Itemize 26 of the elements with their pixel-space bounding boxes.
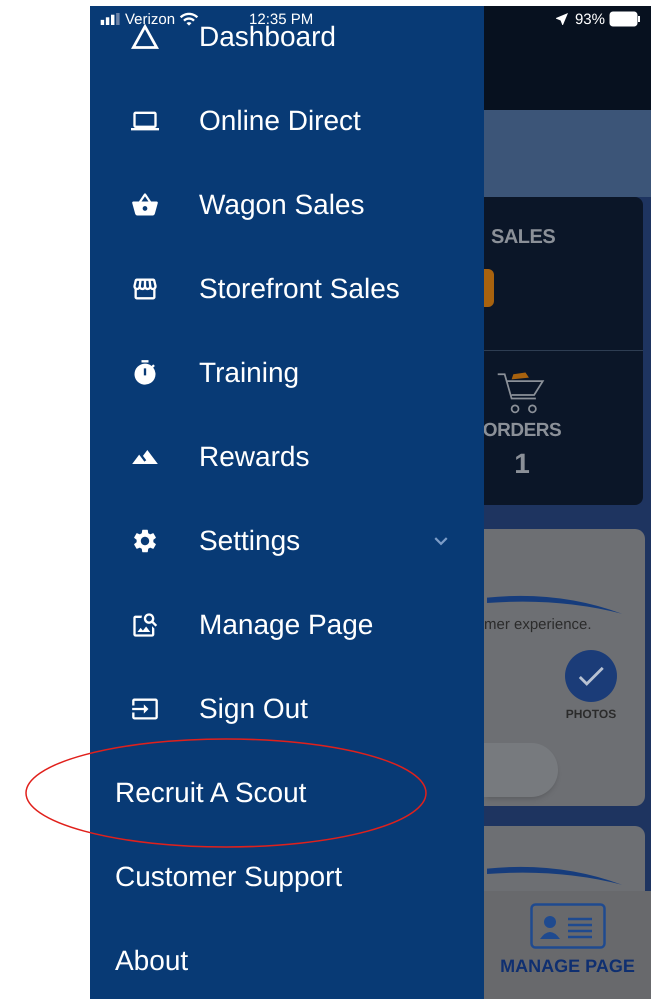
sales-heading: SALES <box>491 227 556 247</box>
menu-item[interactable]: Training <box>199 359 300 387</box>
info-text: mer experience. <box>484 617 593 632</box>
menu-item[interactable]: Manage Page <box>199 611 374 639</box>
triangle-icon <box>130 23 158 51</box>
menu-item[interactable]: Wagon Sales <box>199 191 364 219</box>
location-arrow-icon <box>554 11 570 27</box>
menu-item[interactable]: Customer Support <box>115 863 342 891</box>
orders-value: 1 <box>514 450 530 478</box>
menu-item[interactable]: Online Direct <box>199 107 361 135</box>
pill-button[interactable] <box>484 743 558 797</box>
battery-icon <box>609 11 641 27</box>
menu-item[interactable]: Recruit A Scout <box>115 779 306 807</box>
orders-label: ORDERS <box>484 421 562 440</box>
menu-item[interactable]: About <box>115 947 188 975</box>
carrier-label: Verizon <box>125 12 176 26</box>
sales-value-fragment <box>484 269 494 307</box>
photos-label: PHOTOS <box>566 708 616 720</box>
battery-percent: 93% <box>574 12 605 26</box>
image-search-icon <box>130 611 158 639</box>
signal-icon <box>100 13 122 25</box>
menu-item[interactable]: Sign Out <box>199 695 308 723</box>
id-card-icon[interactable] <box>530 903 606 949</box>
menu-item[interactable]: Settings <box>199 527 300 555</box>
menu-item[interactable]: Rewards <box>199 443 310 471</box>
menu-item[interactable]: Storefront Sales <box>199 275 400 303</box>
